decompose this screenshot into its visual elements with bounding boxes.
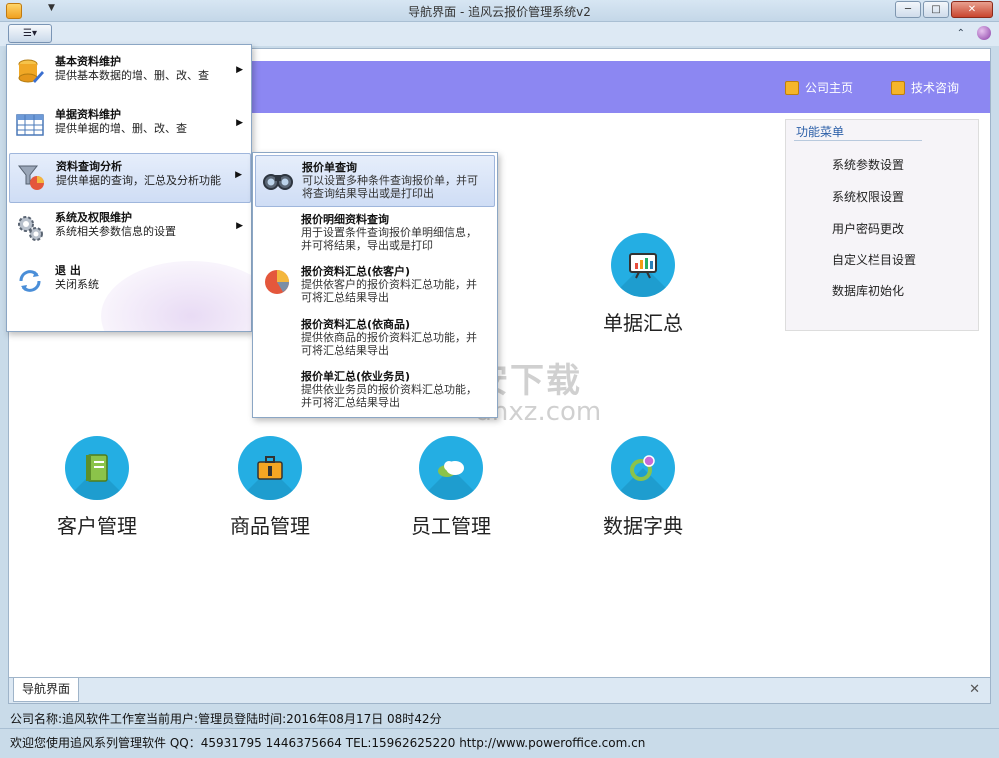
collapse-ribbon-icon[interactable]: ⌃ <box>957 28 965 39</box>
query-analysis-icon <box>17 165 44 190</box>
menu-item-desc: 提供单据的增、删、改、查 <box>55 122 187 135</box>
consult-icon <box>891 80 905 95</box>
tab-navigation[interactable]: 导航界面 <box>13 678 79 702</box>
menu-item-query-analysis[interactable]: 资料查询分析 提供单据的查询，汇总及分析功能 ▶ <box>9 153 251 203</box>
ribbon-bar: ☰▾ ⌃ <box>0 22 999 46</box>
database-icon <box>18 59 44 83</box>
module-label: 数据字典 <box>603 514 683 538</box>
maximize-button[interactable]: □ <box>923 1 949 18</box>
divider <box>794 140 922 141</box>
status-company-user: 公司名称:追风软件工作室当前用户:管理员登陆时间:2016年08月17日 08时… <box>10 712 442 726</box>
menu-item-desc: 提供基本数据的增、删、改、查 <box>55 69 209 82</box>
tech-consult-label: 技术咨询 <box>911 81 960 95</box>
module-product[interactable]: 商品管理 <box>205 436 335 539</box>
submenu-item-desc: 提供依客户的报价资料汇总功能，并可将汇总结果导出 <box>301 278 477 304</box>
menu-item-document-data[interactable]: 单据资料维护 提供单据的增、删、改、查 ▶ <box>9 102 251 152</box>
submenu-item-title: 报价资料汇总(依商品) <box>301 318 411 331</box>
submenu-item-quote-query[interactable]: 报价单查询 可以设置多种条件查询报价单，并可将查询结果导出或是打印出 <box>255 155 495 207</box>
app-menu-button[interactable]: ☰▾ <box>8 24 52 43</box>
notebook-icon <box>65 436 129 500</box>
gears-icon <box>18 216 43 241</box>
module-document-summary[interactable]: 单据汇总 <box>578 233 708 336</box>
submenu-arrow-icon: ▶ <box>236 65 243 75</box>
window-title: 导航界面 - 追风云报价管理系统v2 <box>408 5 591 19</box>
submenu-item-desc: 提供依商品的报价资料汇总功能，并可将汇总结果导出 <box>301 331 477 357</box>
tech-consult-link[interactable]: 技术咨询 <box>891 79 959 96</box>
func-item-permissions[interactable]: 系统权限设置 <box>832 188 904 205</box>
close-button[interactable]: ✕ <box>951 1 993 18</box>
submenu-arrow-icon: ▶ <box>235 170 242 180</box>
func-item-db-init[interactable]: 数据库初始化 <box>832 282 904 299</box>
query-submenu: 报价单查询 可以设置多种条件查询报价单，并可将查询结果导出或是打印出 报价明细资… <box>252 152 498 418</box>
exit-icon <box>19 270 41 292</box>
submenu-item-summary-by-salesperson[interactable]: 报价单汇总(依业务员) 提供依业务员的报价资料汇总功能，并可将汇总结果导出 <box>255 365 495 417</box>
table-icon <box>16 114 44 136</box>
home-page-icon <box>785 80 799 95</box>
submenu-item-title: 报价明细资料查询 <box>301 213 389 226</box>
submenu-item-title: 报价单汇总(依业务员) <box>301 370 411 383</box>
module-label: 客户管理 <box>57 514 137 538</box>
submenu-item-title: 报价资料汇总(依客户) <box>301 265 411 278</box>
document-tab-strip: 导航界面 ✕ <box>8 678 991 704</box>
app-dropdown-menu: 基本资料维护 提供基本数据的增、删、改、查 ▶ 单据资料维护 提供单据的增、删、… <box>6 44 252 332</box>
func-item-change-password[interactable]: 用户密码更改 <box>832 220 904 237</box>
menu-item-desc: 关闭系统 <box>55 278 99 291</box>
function-menu-title: 功能菜单 <box>796 125 845 139</box>
module-customer[interactable]: 客户管理 <box>32 436 162 539</box>
module-label: 员工管理 <box>411 514 491 538</box>
menu-item-exit[interactable]: 退 出 关闭系统 <box>9 258 251 308</box>
binoculars-icon <box>263 174 293 190</box>
submenu-item-summary-by-product[interactable]: 报价资料汇总(依商品) 提供依商品的报价资料汇总功能，并可将汇总结果导出 <box>255 313 495 365</box>
minimize-button[interactable]: ─ <box>895 1 921 18</box>
module-label: 单据汇总 <box>603 311 683 335</box>
menu-item-system-permissions[interactable]: 系统及权限维护 系统相关参数信息的设置 ▶ <box>9 205 251 255</box>
menu-item-basic-data[interactable]: 基本资料维护 提供基本数据的增、删、改、查 ▶ <box>9 49 251 99</box>
tab-close-icon[interactable]: ✕ <box>969 682 980 697</box>
submenu-item-desc: 可以设置多种条件查询报价单，并可将查询结果导出或是打印出 <box>302 174 478 200</box>
menu-item-desc: 提供单据的查询，汇总及分析功能 <box>56 174 221 187</box>
submenu-arrow-icon: ▶ <box>236 118 243 128</box>
pie-chart-icon <box>265 270 289 294</box>
company-home-label: 公司主页 <box>805 81 854 95</box>
menu-item-title: 基本资料维护 <box>55 55 121 68</box>
func-item-system-params[interactable]: 系统参数设置 <box>832 156 904 173</box>
submenu-item-detail-query[interactable]: 报价明细资料查询 用于设置条件查询报价单明细信息，并可将结果，导出或是打印 <box>255 208 495 260</box>
chart-board-icon <box>611 233 675 297</box>
submenu-item-desc: 提供依业务员的报价资料汇总功能，并可将汇总结果导出 <box>301 383 477 409</box>
menu-item-title: 退 出 <box>55 264 81 277</box>
menu-item-title: 系统及权限维护 <box>55 211 132 224</box>
company-home-link[interactable]: 公司主页 <box>785 79 853 96</box>
status-divider <box>0 728 999 729</box>
style-orb-icon[interactable] <box>977 26 991 40</box>
title-bar: ▼ 导航界面 - 追风云报价管理系统v2 ─ □ ✕ <box>0 0 999 22</box>
module-label: 商品管理 <box>230 514 310 538</box>
briefcase-icon <box>238 436 302 500</box>
submenu-item-title: 报价单查询 <box>302 161 357 174</box>
menu-item-desc: 系统相关参数信息的设置 <box>55 225 176 238</box>
menu-item-title: 单据资料维护 <box>55 108 121 121</box>
submenu-arrow-icon: ▶ <box>236 221 243 231</box>
submenu-item-summary-by-customer[interactable]: 报价资料汇总(依客户) 提供依客户的报价资料汇总功能，并可将汇总结果导出 <box>255 260 495 312</box>
submenu-item-desc: 用于设置条件查询报价单明细信息，并可将结果，导出或是打印 <box>301 226 477 252</box>
status-welcome: 欢迎您使用追风系列管理软件 QQ：45931795 1446375664 TEL… <box>10 736 646 750</box>
menu-item-title: 资料查询分析 <box>56 160 122 173</box>
func-item-custom-columns[interactable]: 自定义栏目设置 <box>832 251 916 268</box>
function-menu-panel: 功能菜单 系统参数设置 系统权限设置 用户密码更改 自定义栏目设置 数据库初始化 <box>785 119 979 331</box>
